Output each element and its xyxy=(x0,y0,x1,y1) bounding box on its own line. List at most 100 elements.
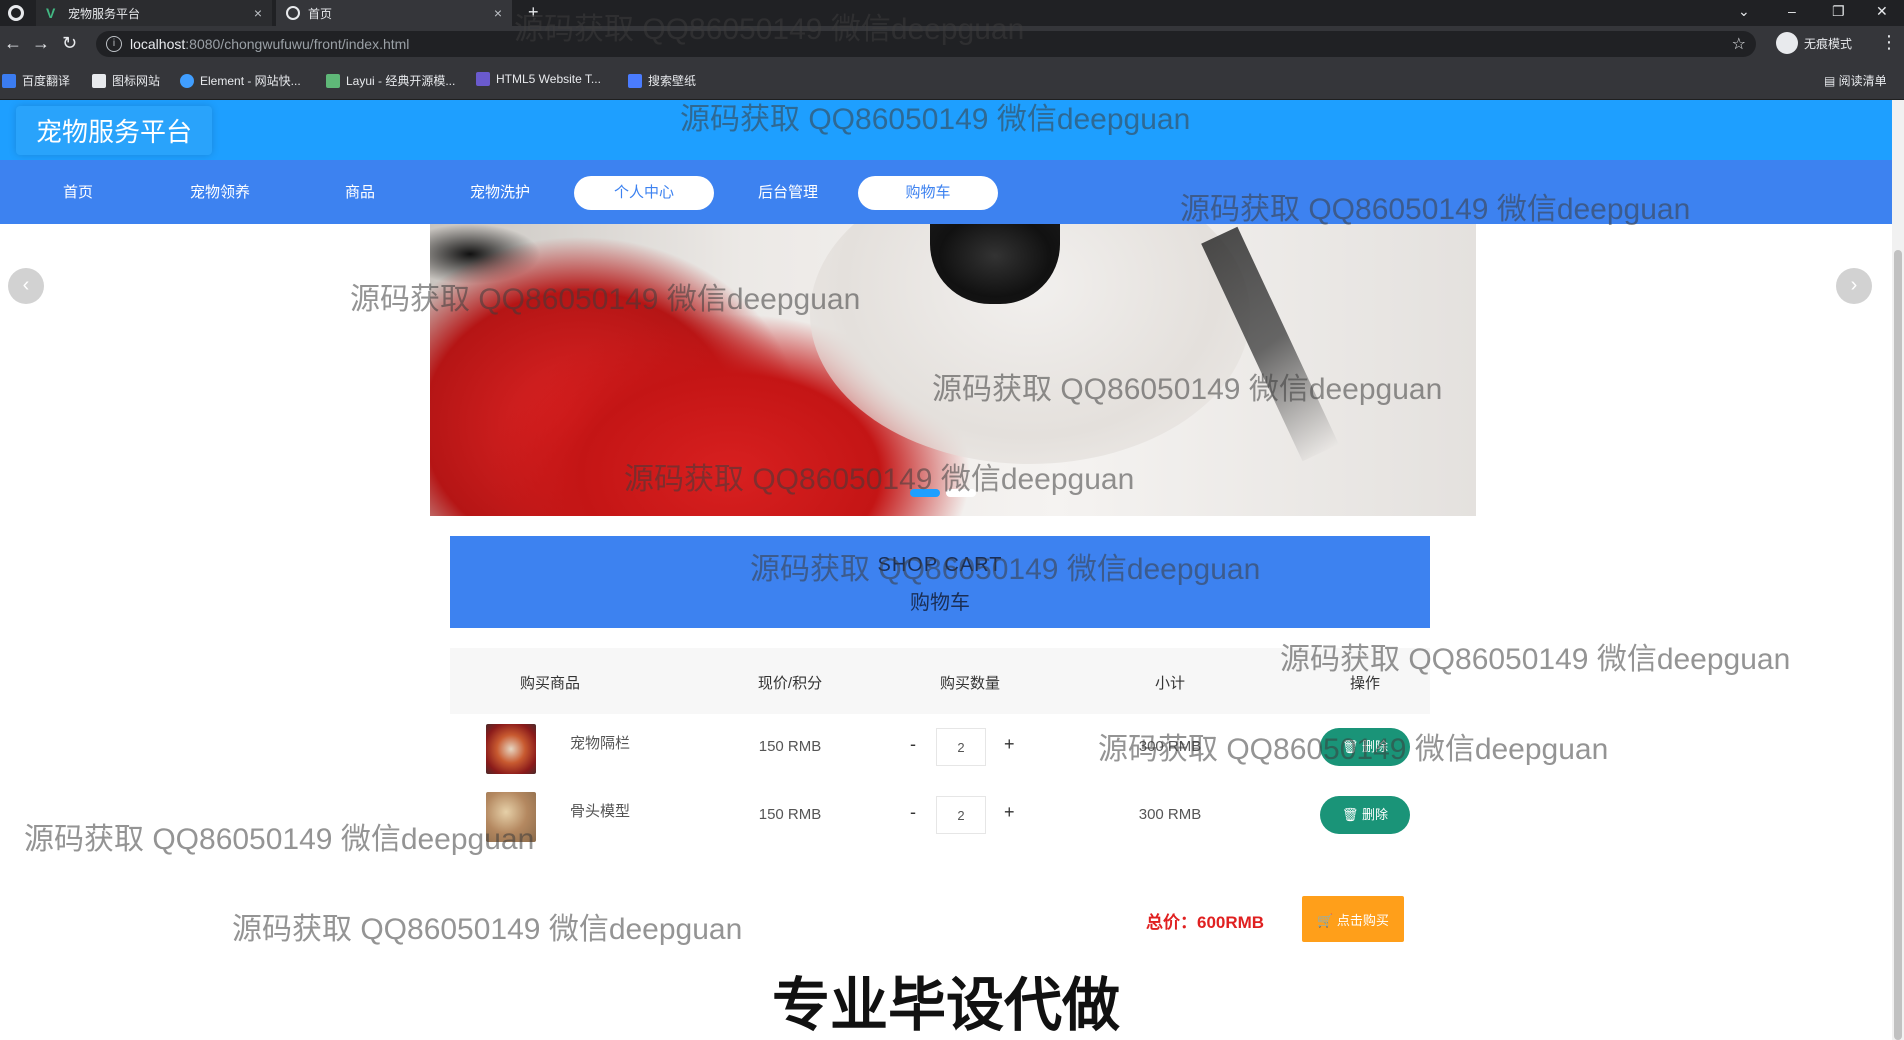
total-price: 总价：600RMB xyxy=(1146,913,1265,932)
nav-personal-center[interactable]: 个人中心 xyxy=(574,176,714,210)
carousel-dot[interactable] xyxy=(910,489,940,497)
qty-input[interactable] xyxy=(936,728,986,766)
cart-table: 购买商品 现价/积分 购买数量 小计 操作 宠物隔栏 150 RMB - + 3… xyxy=(450,648,1430,850)
tab-title: 首页 xyxy=(308,6,333,21)
bookmark-label: Layui - 经典开源模... xyxy=(346,74,456,88)
browser-menu-icon[interactable]: ⋮ xyxy=(1880,32,1898,53)
table-row: 骨头模型 150 RMB - + 300 RMB 🗑 删除 xyxy=(450,782,1430,850)
scrollbar-thumb[interactable] xyxy=(1894,250,1902,1040)
nav-admin[interactable]: 后台管理 xyxy=(718,176,858,210)
delete-button[interactable]: 🗑 删除 xyxy=(1320,796,1410,834)
cart-title-box: SHOP CART 购物车 xyxy=(450,536,1430,628)
bookmark-item[interactable]: Layui - 经典开源模... xyxy=(326,72,455,89)
site-title[interactable]: 宠物服务平台 xyxy=(16,106,213,155)
bookmarks-bar: 百度翻译 图标网站 Element - 网站快... Layui - 经典开源模… xyxy=(0,62,1904,100)
row-subtotal: 300 RMB xyxy=(1138,738,1202,755)
header-product: 购买商品 xyxy=(519,675,580,692)
forward-icon[interactable]: → xyxy=(32,34,50,52)
carousel-next-icon[interactable]: › xyxy=(1836,268,1872,304)
tab-search-icon[interactable]: ⌄ xyxy=(1738,3,1750,20)
site-nav: 首页 宠物领养 商品 宠物洗护 个人中心 后台管理 购物车 xyxy=(0,160,1892,224)
layui-icon xyxy=(326,73,340,88)
qty-decrease-button[interactable]: - xyxy=(910,802,916,823)
reading-list-icon: ▤ xyxy=(1824,74,1839,88)
product-name[interactable]: 骨头模型 xyxy=(570,800,630,821)
product-image[interactable] xyxy=(486,792,536,842)
trash-icon: 🗑 xyxy=(1341,807,1363,822)
wallpaper-icon xyxy=(628,73,642,88)
buy-label: 点击购买 xyxy=(1336,912,1389,928)
incognito-label: 无痕模式 xyxy=(1804,36,1853,51)
site-header: 宠物服务平台 xyxy=(0,100,1892,160)
qty-input[interactable] xyxy=(936,796,986,834)
trash-icon: 🗑 xyxy=(1341,739,1363,754)
url-input[interactable]: i localhost:8080/chongwufuwu/front/index… xyxy=(96,31,1756,57)
browser-tab-2[interactable]: 首页 × xyxy=(276,0,512,26)
bookmark-label: 搜索壁纸 xyxy=(648,74,697,88)
table-row: 宠物隔栏 150 RMB - + 300 RMB 🗑 删除 xyxy=(450,714,1430,782)
nav-home[interactable]: 首页 xyxy=(8,176,148,210)
product-image[interactable] xyxy=(486,724,536,774)
info-icon[interactable]: i xyxy=(106,36,122,52)
header-quantity: 购买数量 xyxy=(939,675,1000,692)
back-icon[interactable]: ← xyxy=(4,34,22,52)
qty-increase-button[interactable]: + xyxy=(1004,734,1015,755)
qty-decrease-button[interactable]: - xyxy=(910,734,916,755)
carousel-prev-icon[interactable]: ‹ xyxy=(8,268,44,304)
bookmark-item[interactable]: 搜索壁纸 xyxy=(628,72,696,89)
reading-list-label: 阅读清单 xyxy=(1838,74,1887,88)
html5-icon xyxy=(476,72,490,86)
browser-tab-1[interactable]: V 宠物服务平台 × xyxy=(36,0,272,26)
tab-close-icon[interactable]: × xyxy=(494,5,502,21)
nav-products[interactable]: 商品 xyxy=(290,176,430,210)
cart-title-cn: 购物车 xyxy=(910,592,970,614)
minimize-icon[interactable]: – xyxy=(1788,3,1796,19)
delete-button[interactable]: 🗑 删除 xyxy=(1320,728,1410,766)
header-price: 现价/积分 xyxy=(757,675,823,692)
browser-logo-icon xyxy=(8,5,24,21)
tab-close-icon[interactable]: × xyxy=(254,5,262,21)
bookmark-item[interactable]: 百度翻译 xyxy=(2,72,70,89)
page-scrollbar[interactable] xyxy=(1892,100,1904,1040)
nav-pet-adoption[interactable]: 宠物领养 xyxy=(150,176,290,210)
header-action: 操作 xyxy=(1349,675,1380,692)
qty-increase-button[interactable]: + xyxy=(1004,802,1015,823)
reload-icon[interactable]: ↻ xyxy=(62,34,77,52)
bookmark-item[interactable]: 图标网站 xyxy=(92,72,160,89)
element-icon xyxy=(180,73,194,88)
product-price: 150 RMB xyxy=(758,806,822,823)
carousel-indicators xyxy=(910,489,976,497)
banner-carousel: ‹ › xyxy=(0,224,1892,516)
bookmark-label: 百度翻译 xyxy=(22,74,71,88)
table-header: 购买商品 现价/积分 购买数量 小计 操作 xyxy=(450,648,1430,714)
carousel-dot[interactable] xyxy=(946,489,976,497)
bookmark-item[interactable]: HTML5 Website T... xyxy=(476,72,601,86)
banner-image xyxy=(430,224,1476,516)
bookmark-star-icon[interactable]: ☆ xyxy=(1732,34,1746,54)
delete-label: 删除 xyxy=(1362,807,1389,822)
promo-overlay-text: 专业毕设代做 xyxy=(771,971,1120,1039)
cart-icon: 🛒 xyxy=(1317,912,1337,928)
incognito-icon xyxy=(1776,32,1798,54)
vue-favicon-icon: V xyxy=(46,5,56,21)
bookmark-label: 图标网站 xyxy=(112,74,161,88)
reading-list[interactable]: ▤ 阅读清单 xyxy=(1824,72,1887,89)
url-text: localhost:8080/chongwufuwu/front/index.h… xyxy=(130,36,409,52)
bookmark-item[interactable]: Element - 网站快... xyxy=(180,72,301,89)
product-name[interactable]: 宠物隔栏 xyxy=(570,732,630,753)
url-host: localhost xyxy=(130,36,186,52)
delete-label: 删除 xyxy=(1362,739,1389,754)
bookmark-label: HTML5 Website T... xyxy=(496,72,601,86)
row-subtotal: 300 RMB xyxy=(1138,806,1202,823)
nav-cart[interactable]: 购物车 xyxy=(858,176,998,210)
globe-favicon-icon xyxy=(286,6,300,20)
address-bar: ← → ↻ i localhost:8080/chongwufuwu/front… xyxy=(0,26,1904,62)
product-price: 150 RMB xyxy=(758,738,822,755)
restore-icon[interactable]: ❐ xyxy=(1832,3,1845,20)
close-window-icon[interactable]: ✕ xyxy=(1876,3,1888,20)
incognito-indicator[interactable]: 无痕模式 xyxy=(1776,32,1852,54)
translate-icon xyxy=(2,73,16,88)
buy-button[interactable]: 🛒 点击购买 xyxy=(1302,896,1404,942)
nav-pet-grooming[interactable]: 宠物洗护 xyxy=(430,176,570,210)
new-tab-icon[interactable]: + xyxy=(528,2,539,23)
